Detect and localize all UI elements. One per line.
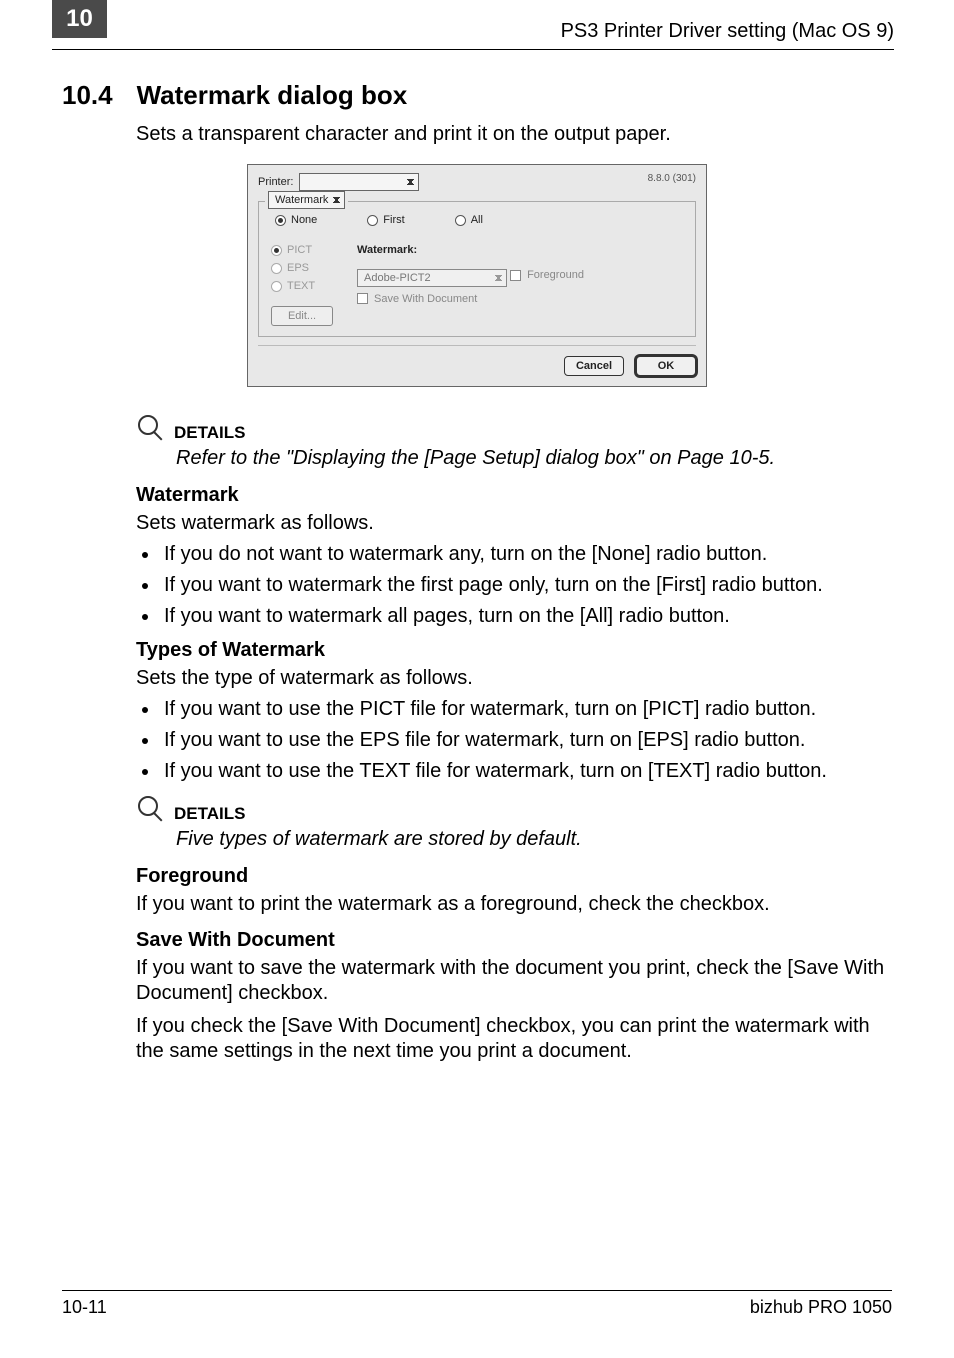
section-number: 10.4 — [62, 80, 113, 111]
radio-circle-icon — [367, 215, 378, 226]
watermark-dropdown-value: Adobe-PICT2 — [364, 272, 431, 284]
types-bullets: If you want to use the PICT file for wat… — [160, 697, 892, 784]
watermark-select-label: Watermark: — [357, 244, 683, 256]
save-text-2: If you check the [Save With Document] ch… — [136, 1014, 892, 1064]
list-item: If you want to watermark the first page … — [160, 573, 892, 598]
page-header: 10 PS3 Printer Driver setting (Mac OS 9) — [52, 0, 894, 50]
foreground-text: If you want to print the watermark as a … — [136, 892, 892, 917]
list-item: If you want to use the TEXT file for wat… — [160, 759, 892, 784]
section-title: 10.4 Watermark dialog box — [62, 80, 892, 111]
watermark-dialog: Printer: 8.8.0 (301) Watermark None — [247, 164, 707, 387]
details-2-text: Five types of watermark are stored by de… — [176, 828, 892, 851]
section-subtitle: Sets a transparent character and print i… — [136, 123, 892, 146]
radio-circle-icon — [271, 281, 282, 292]
save-with-document-checkbox[interactable]: Save With Document — [357, 293, 477, 305]
radio-eps-label: EPS — [287, 262, 309, 274]
list-item: If you want to use the EPS file for wate… — [160, 728, 892, 753]
list-item: If you want to watermark all pages, turn… — [160, 604, 892, 629]
radio-circle-icon — [271, 263, 282, 274]
checkbox-icon — [510, 270, 521, 281]
radio-dot-icon — [271, 245, 282, 256]
cancel-button[interactable]: Cancel — [564, 356, 624, 376]
radio-dot-icon — [275, 215, 286, 226]
details-1: DETAILS — [136, 413, 892, 443]
radio-all[interactable]: All — [455, 214, 483, 226]
details-1-text: Refer to the "Displaying the [Page Setup… — [176, 447, 892, 470]
save-heading: Save With Document — [136, 929, 892, 952]
watermark-select-column: Watermark: Adobe-PICT2 Foreground Save W… — [357, 244, 683, 326]
radio-eps[interactable]: EPS — [271, 262, 333, 274]
panel-popup[interactable]: Watermark — [268, 191, 345, 209]
radio-pict[interactable]: PICT — [271, 244, 333, 256]
magnifier-icon — [136, 794, 166, 824]
watermark-bullets: If you do not want to watermark any, tur… — [160, 542, 892, 629]
watermark-intro: Sets watermark as follows. — [136, 511, 892, 536]
dialog-groupbox: Watermark None First All — [258, 201, 696, 337]
watermark-dropdown[interactable]: Adobe-PICT2 — [357, 269, 507, 287]
checkbox-icon — [357, 293, 368, 304]
header-right-text: PS3 Printer Driver setting (Mac OS 9) — [561, 20, 894, 43]
details-2: DETAILS — [136, 794, 892, 824]
save-text-1: If you want to save the watermark with t… — [136, 956, 892, 1006]
types-heading: Types of Watermark — [136, 639, 892, 662]
radio-none-label: None — [291, 214, 317, 226]
chapter-badge: 10 — [52, 0, 107, 38]
radio-first-label: First — [383, 214, 404, 226]
page-footer: 10-11 bizhub PRO 1050 — [62, 1290, 892, 1318]
panel-popup-label: Watermark — [275, 194, 328, 206]
dialog-version: 8.8.0 (301) — [648, 173, 696, 184]
save-with-document-label: Save With Document — [374, 293, 477, 305]
radio-text-label: TEXT — [287, 280, 315, 292]
footer-right: bizhub PRO 1050 — [750, 1297, 892, 1318]
radio-circle-icon — [455, 215, 466, 226]
details-1-label: DETAILS — [174, 423, 245, 443]
radio-all-label: All — [471, 214, 483, 226]
watermark-heading: Watermark — [136, 484, 892, 507]
radio-pict-label: PICT — [287, 244, 312, 256]
list-item: If you do not want to watermark any, tur… — [160, 542, 892, 567]
radio-text[interactable]: TEXT — [271, 280, 333, 292]
printer-label: Printer: — [258, 176, 293, 188]
radio-first[interactable]: First — [367, 214, 404, 226]
printer-popup[interactable] — [299, 173, 419, 191]
foreground-label: Foreground — [527, 269, 584, 281]
details-2-label: DETAILS — [174, 804, 245, 824]
type-radios: PICT EPS TEXT Edit... — [271, 244, 333, 326]
types-intro: Sets the type of watermark as follows. — [136, 666, 892, 691]
edit-button[interactable]: Edit... — [271, 306, 333, 326]
foreground-checkbox[interactable]: Foreground — [510, 269, 584, 281]
magnifier-icon — [136, 413, 166, 443]
radio-none[interactable]: None — [275, 214, 317, 226]
foreground-heading: Foreground — [136, 865, 892, 888]
footer-left: 10-11 — [62, 1297, 107, 1318]
list-item: If you want to use the PICT file for wat… — [160, 697, 892, 722]
section-heading: Watermark dialog box — [137, 80, 408, 111]
ok-button[interactable]: OK — [636, 356, 696, 376]
